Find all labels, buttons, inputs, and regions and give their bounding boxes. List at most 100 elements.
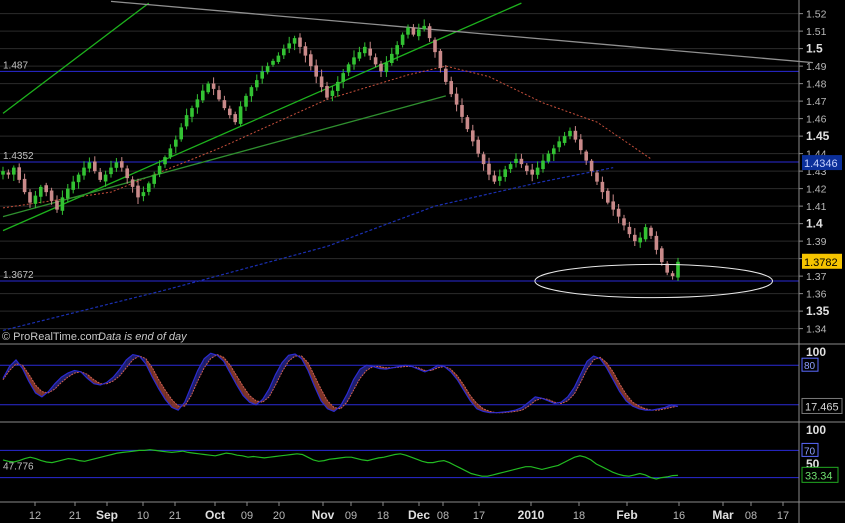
price-tick-label: 1.45 [806,129,830,143]
time-tick-label: 12 [29,510,41,522]
candle-body [152,174,156,184]
candle-body [163,157,167,165]
price-tick-label: 1.36 [806,289,827,301]
rsi-level-label: 70 [804,446,816,457]
candle-body [530,169,534,175]
candle-body [471,130,475,142]
time-tick-label: 18 [573,510,585,522]
candle-body [190,108,194,117]
candle-body [44,185,48,193]
candle-body [255,80,259,88]
time-tick-label: Nov [312,508,335,522]
candle-body [141,192,146,197]
price-tick-label: 1.46 [806,114,827,126]
candle-body [244,95,248,107]
candle-body [357,52,362,59]
time-tick-label: Sep [96,508,118,522]
candle-body [395,45,399,55]
candle-body [406,27,410,35]
level-label: 1.4352 [3,151,34,162]
time-tick-label: 16 [673,510,685,522]
candle-body [611,201,615,210]
candle-body [292,38,297,44]
candle-body [330,90,335,96]
candle-body [535,167,540,175]
time-tick-label: 18 [377,510,389,522]
candle-body [12,167,16,175]
candle-body [120,161,124,168]
candle-body [606,190,610,203]
candle-body [217,90,221,100]
candle-body [157,165,162,174]
candle-body [71,181,75,190]
price-tick-label: 1.47 [806,96,827,108]
candle-body [346,64,351,73]
candle-body [174,139,178,147]
candle-body [233,114,237,123]
rsi-start-label: 47.776 [3,462,34,473]
candle-body [487,163,491,175]
data-note: Data is end of day [98,331,188,343]
price-tick-label: 1.5 [806,42,823,56]
candle-body [449,81,453,95]
time-tick-label: 21 [169,510,181,522]
candle-body [147,183,151,192]
candle-body [427,26,432,39]
time-tick-label: 17 [473,510,485,522]
rsi-value-label: 33.34 [805,470,833,482]
time-tick-label: 21 [69,510,81,522]
candle-body [168,148,173,157]
price-tick-label: 1.39 [806,236,827,248]
price-tick-label: 1.48 [806,79,827,91]
candle-body [136,185,140,198]
candle-body [454,93,459,105]
time-tick-label: 2010 [518,508,545,522]
time-tick-label: 20 [273,510,285,522]
candle-body [460,105,464,117]
candle-body [49,190,54,201]
candle-body [465,117,470,130]
candle-body [417,29,421,37]
candle-body [557,141,561,148]
last-price-label: 1.3782 [804,257,838,269]
candle-body [109,167,113,175]
candle-body [66,188,70,199]
candle-body [519,158,524,165]
candle-body [363,46,367,54]
stochastic-value-label: 17.465 [805,401,839,413]
candle-body [28,192,32,203]
candle-body [670,273,675,277]
candle-body [481,154,486,165]
candle-body [276,55,281,62]
price-tick-label: 1.37 [806,271,827,283]
candle-body [579,139,583,151]
price-tick-label: 1.49 [806,61,827,73]
level-label: 1.487 [3,60,28,71]
candle-body [206,83,210,93]
candle-body [373,57,378,65]
candle-body [298,37,302,47]
candle-body [525,165,529,172]
candle-body [384,62,389,73]
candle-body [589,160,594,172]
candle-body [584,151,588,161]
candle-body [503,169,507,177]
time-tick-label: Dec [408,508,430,522]
candle-body [93,161,97,172]
rsi-tick-label: 100 [806,423,826,437]
candle-body [39,186,43,197]
candle-body [17,167,21,180]
candle-body [508,164,513,170]
candle-body [33,195,38,204]
price-tick-label: 1.4 [806,217,823,231]
time-tick-label: 17 [777,510,789,522]
candle-body [222,100,227,109]
candle-body [379,63,383,72]
candle-body [627,226,632,235]
price-tick-label: 1.42 [806,184,827,196]
chart-background [0,0,845,523]
candle-body [184,115,189,127]
candle-body [568,130,572,137]
candle-body [55,200,59,210]
candle-body [249,87,254,97]
